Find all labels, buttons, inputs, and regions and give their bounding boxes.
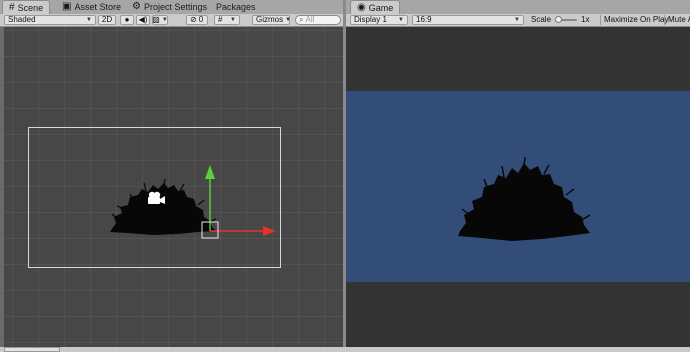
scene-toolbar: Shaded ▼ 2D ● ◀) ▨ ▼ ⊘ 0 # ▼ Gizmos ▼ ⌕ … xyxy=(0,14,343,27)
tab-project-settings-label: Project Settings xyxy=(143,2,207,12)
hidden-objects-toggle[interactable]: ⊘ 0 xyxy=(186,15,208,25)
tab-packages-label: Packages xyxy=(216,2,256,12)
x-axis-arrow-icon[interactable] xyxy=(263,226,276,236)
y-axis-arrow-icon[interactable] xyxy=(205,165,215,179)
camera-gizmo-icon[interactable] xyxy=(146,191,166,205)
grid-toggle-icon: # xyxy=(218,15,223,24)
display-value: Display 1 xyxy=(354,15,387,24)
tab-game-label: Game xyxy=(368,3,394,13)
game-view[interactable] xyxy=(346,27,690,347)
move-gizmo[interactable] xyxy=(200,163,280,243)
chevron-down-icon: ▼ xyxy=(86,17,92,23)
game-toolbar: Display 1 ▼ 16:9 ▼ Scale 1x Maximize On … xyxy=(346,14,690,27)
aspect-dropdown[interactable]: 16:9 ▼ xyxy=(412,15,524,25)
gizmos-dropdown[interactable]: Gizmos ▼ xyxy=(252,15,292,25)
scale-slider[interactable] xyxy=(555,16,578,23)
aspect-value: 16:9 xyxy=(416,15,432,24)
draw-mode-dropdown[interactable]: Shaded ▼ xyxy=(4,15,96,25)
grid-icon: # xyxy=(9,2,15,13)
lightbulb-icon: ● xyxy=(124,15,130,24)
maximize-on-play-toggle[interactable]: Maximize On Play xyxy=(600,15,668,25)
tab-project-settings[interactable]: ⚙ Project Settings xyxy=(126,0,213,14)
game-bush-silhouette xyxy=(458,163,590,241)
gear-icon: ⚙ xyxy=(132,1,141,12)
draw-mode-value: Shaded xyxy=(8,15,36,24)
game-tab-bar: ◉ Game xyxy=(346,0,690,15)
2d-label: 2D xyxy=(101,15,113,24)
chevron-down-icon: ▼ xyxy=(285,17,292,23)
scene-tab-bar: # Scene ▣ Asset Store ⚙ Project Settings… xyxy=(0,0,343,15)
speaker-icon: ◀) xyxy=(138,15,148,24)
effects-icon: ▨ xyxy=(152,15,160,24)
scene-search-input[interactable]: ⌕ All xyxy=(295,15,341,25)
maximize-on-play-label: Maximize On Play xyxy=(604,15,669,24)
scale-slider-thumb[interactable] xyxy=(555,16,563,23)
eye-slash-icon: ⊘ xyxy=(190,15,197,24)
chevron-down-icon: ▼ xyxy=(230,17,236,23)
display-dropdown[interactable]: Display 1 ▼ xyxy=(350,15,408,25)
scale-label: Scale xyxy=(531,15,552,24)
bottom-tab[interactable] xyxy=(4,347,60,352)
tab-packages[interactable]: Packages xyxy=(210,0,262,14)
search-placeholder: All xyxy=(305,15,315,24)
scale-value: 1x xyxy=(581,15,590,24)
store-icon: ▣ xyxy=(62,1,72,12)
mute-audio-toggle[interactable]: Mute A xyxy=(664,15,690,25)
chevron-down-icon: ▼ xyxy=(514,17,520,23)
tab-scene-label: Scene xyxy=(17,3,44,13)
hidden-objects-count: 0 xyxy=(198,15,204,24)
grid-toggle[interactable]: # ▼ xyxy=(214,15,240,25)
tab-asset-store[interactable]: ▣ Asset Store xyxy=(56,0,127,14)
chevron-down-icon: ▼ xyxy=(398,17,404,23)
tab-game[interactable]: ◉ Game xyxy=(350,0,401,15)
scale-control: Scale 1x xyxy=(528,15,596,25)
gizmos-label: Gizmos xyxy=(256,15,284,24)
game-bush-sprite xyxy=(458,157,591,241)
bottom-panel-strip xyxy=(0,347,690,352)
mute-audio-label: Mute A xyxy=(668,15,690,24)
effects-dropdown[interactable]: ▨ ▼ xyxy=(152,15,168,25)
lighting-toggle[interactable]: ● xyxy=(120,15,134,25)
tab-asset-store-label: Asset Store xyxy=(74,2,121,12)
2d-toggle-button[interactable]: 2D xyxy=(98,15,116,25)
game-controller-icon: ◉ xyxy=(357,2,366,13)
chevron-down-icon: ▼ xyxy=(161,17,168,23)
scene-view[interactable] xyxy=(4,27,343,347)
search-icon: ⌕ xyxy=(299,15,304,24)
audio-toggle[interactable]: ◀) xyxy=(136,15,150,25)
tab-scene[interactable]: # Scene xyxy=(2,0,51,15)
